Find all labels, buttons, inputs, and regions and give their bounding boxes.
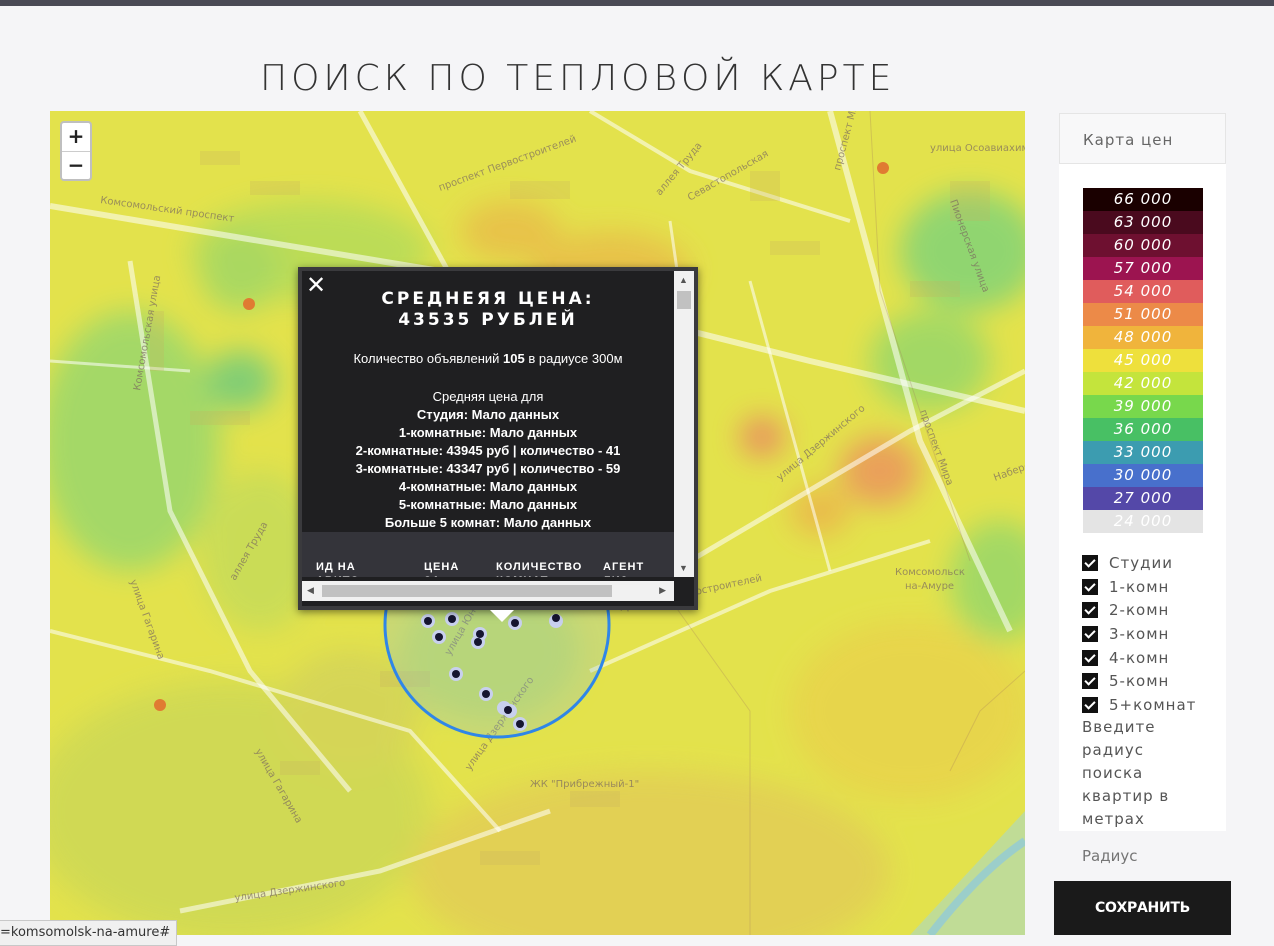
room-checkbox[interactable]: 3-комн — [1082, 622, 1196, 646]
checkbox-checked-icon[interactable] — [1082, 649, 1098, 666]
avg-row-studio: Студия: Мало данных — [416, 407, 560, 422]
zoom-in-button[interactable]: + — [62, 123, 90, 151]
svg-text:улица Осоавиахима: улица Осоавиахима — [930, 143, 1025, 154]
svg-text:на-Амуре: на-Амуре — [905, 581, 954, 592]
popup-content: СРЕДНЕЯЯ ЦЕНА: 43535 РУБЛЕЙ Количество о… — [302, 271, 674, 577]
avg-row-4room: 4-комнатные: Мало данных — [398, 479, 578, 494]
legend-swatch: 66 000 — [1083, 188, 1203, 211]
legend-swatch: 57 000 — [1083, 257, 1203, 280]
scroll-thumb[interactable] — [677, 291, 691, 309]
count-suffix: в радиусе 300м — [524, 351, 623, 366]
popup-pointer — [490, 610, 514, 622]
checkbox-label: 1-комн — [1109, 577, 1170, 596]
checkbox-checked-icon[interactable] — [1082, 602, 1098, 619]
sidebar-title: Карта цен — [1059, 113, 1226, 164]
legend-swatch: 27 000 — [1083, 487, 1203, 510]
popup-title-line1: СРЕДНЕЯЯ ЦЕНА: — [381, 289, 595, 309]
col-rooms[interactable]: КОЛИЧЕСТВО КОМНАТ — [496, 560, 596, 577]
checkbox-checked-icon[interactable] — [1082, 554, 1098, 571]
room-checkbox[interactable]: 5+комнат — [1082, 693, 1196, 717]
legend-swatch: 48 000 — [1083, 326, 1203, 349]
col-avito-id[interactable]: ИД НА АВИТО — [316, 560, 386, 577]
status-url: =komsomolsk-na-amure# — [0, 920, 178, 946]
checkbox-checked-icon[interactable] — [1082, 578, 1098, 595]
scroll-down-icon[interactable]: ▼ — [679, 563, 688, 573]
count-prefix: Количество объявлений — [353, 351, 504, 366]
legend-swatch: 36 000 — [1083, 418, 1203, 441]
avg-price-list: Средняя цена для Студия: Мало данных 1-к… — [302, 388, 674, 532]
radius-prompt: Введите радиус поиска квартир в метрах — [1082, 718, 1170, 828]
price-popup: СРЕДНЕЯЯ ЦЕНА: 43535 РУБЛЕЙ Количество о… — [298, 267, 698, 622]
popup-close-icon[interactable]: ✕ — [306, 273, 326, 297]
room-checkbox[interactable]: 1-комн — [1082, 575, 1196, 599]
checkbox-checked-icon[interactable] — [1082, 673, 1098, 690]
popup-vertical-scrollbar[interactable]: ▲ ▼ — [674, 271, 694, 577]
checkbox-label: 5-комн — [1109, 672, 1170, 691]
filter-sidebar: Карта цен 66 000 63 000 60 000 57 000 54 000… — [1059, 113, 1226, 831]
heat-map[interactable]: Комсомольский проспект проспект Первостр… — [50, 111, 1025, 935]
count-value: 105 — [503, 351, 525, 366]
listing-count: Количество объявлений 105 в радиусе 300м — [302, 351, 674, 366]
room-checkbox[interactable]: 5-комн — [1082, 669, 1196, 693]
svg-text:ЖК "Прибрежный-1": ЖК "Прибрежный-1" — [530, 779, 639, 790]
legend-swatch: 33 000 — [1083, 441, 1203, 464]
popup-title-line2: 43535 РУБЛЕЙ — [398, 310, 578, 330]
popup-title: СРЕДНЕЯЯ ЦЕНА: 43535 РУБЛЕЙ — [302, 289, 674, 331]
legend-swatch: 45 000 — [1083, 349, 1203, 372]
scroll-thumb-horizontal[interactable] — [322, 585, 612, 597]
avg-row-5room: 5-комнатные: Мало данных — [398, 497, 578, 512]
save-button[interactable]: СОХРАНИТЬ — [1054, 881, 1231, 935]
avg-row-2room: 2-комнатные: 43945 руб | количество - 41 — [355, 443, 621, 458]
room-checkbox[interactable]: 4-комн — [1082, 646, 1196, 670]
room-checkbox[interactable]: 2-комн — [1082, 598, 1196, 622]
listings-table-header: ИД НА АВИТО ЦЕНА ЗА КОЛИЧЕСТВО КОМНАТ АГ… — [302, 532, 674, 577]
legend-swatch: 24 000 — [1083, 510, 1203, 533]
checkbox-checked-icon[interactable] — [1082, 696, 1098, 713]
legend-swatch: 39 000 — [1083, 395, 1203, 418]
checkbox-label: 4-комн — [1109, 648, 1170, 667]
legend-swatch: 30 000 — [1083, 464, 1203, 487]
checkbox-label: Студии — [1109, 553, 1173, 572]
legend-swatch: 60 000 — [1083, 234, 1203, 257]
popup-horizontal-scrollbar[interactable]: ◀ ▶ — [302, 581, 674, 601]
zoom-control: + − — [60, 121, 92, 181]
page-title: ПОИСК ПО ТЕПЛОВОЙ КАРТЕ — [260, 58, 896, 99]
scroll-up-icon[interactable]: ▲ — [679, 275, 688, 285]
legend-swatch: 51 000 — [1083, 303, 1203, 326]
avg-row-3room: 3-комнатные: 43347 руб | количество - 59 — [355, 461, 621, 476]
scroll-left-icon[interactable]: ◀ — [307, 585, 314, 596]
room-checkbox[interactable]: Студии — [1082, 551, 1196, 575]
checkbox-label: 5+комнат — [1109, 695, 1197, 714]
col-price[interactable]: ЦЕНА ЗА — [424, 560, 464, 577]
svg-text:Комсомольск: Комсомольск — [895, 567, 965, 578]
checkbox-label: 2-комн — [1109, 601, 1170, 620]
top-bar — [0, 0, 1274, 6]
zoom-out-button[interactable]: − — [62, 151, 90, 179]
checkbox-label: 3-комн — [1109, 624, 1170, 643]
scroll-right-icon[interactable]: ▶ — [659, 585, 666, 596]
radius-input[interactable] — [1082, 847, 1202, 865]
room-filters: Студии 1-комн 2-комн 3-комн 4-комн 5-комн 5+ко… — [1082, 551, 1196, 717]
col-agent[interactable]: АГЕНТ ЛИ? — [603, 560, 653, 577]
price-legend: 66 000 63 000 60 000 57 000 54 000 51 000 48 0… — [1083, 188, 1203, 533]
avg-header: Средняя цена для — [432, 389, 544, 404]
legend-swatch: 63 000 — [1083, 211, 1203, 234]
legend-swatch: 42 000 — [1083, 372, 1203, 395]
avg-row-1room: 1-комнатные: Мало данных — [398, 425, 578, 440]
legend-swatch: 54 000 — [1083, 280, 1203, 303]
checkbox-checked-icon[interactable] — [1082, 625, 1098, 642]
avg-row-5plus: Больше 5 комнат: Мало данных — [384, 515, 592, 530]
